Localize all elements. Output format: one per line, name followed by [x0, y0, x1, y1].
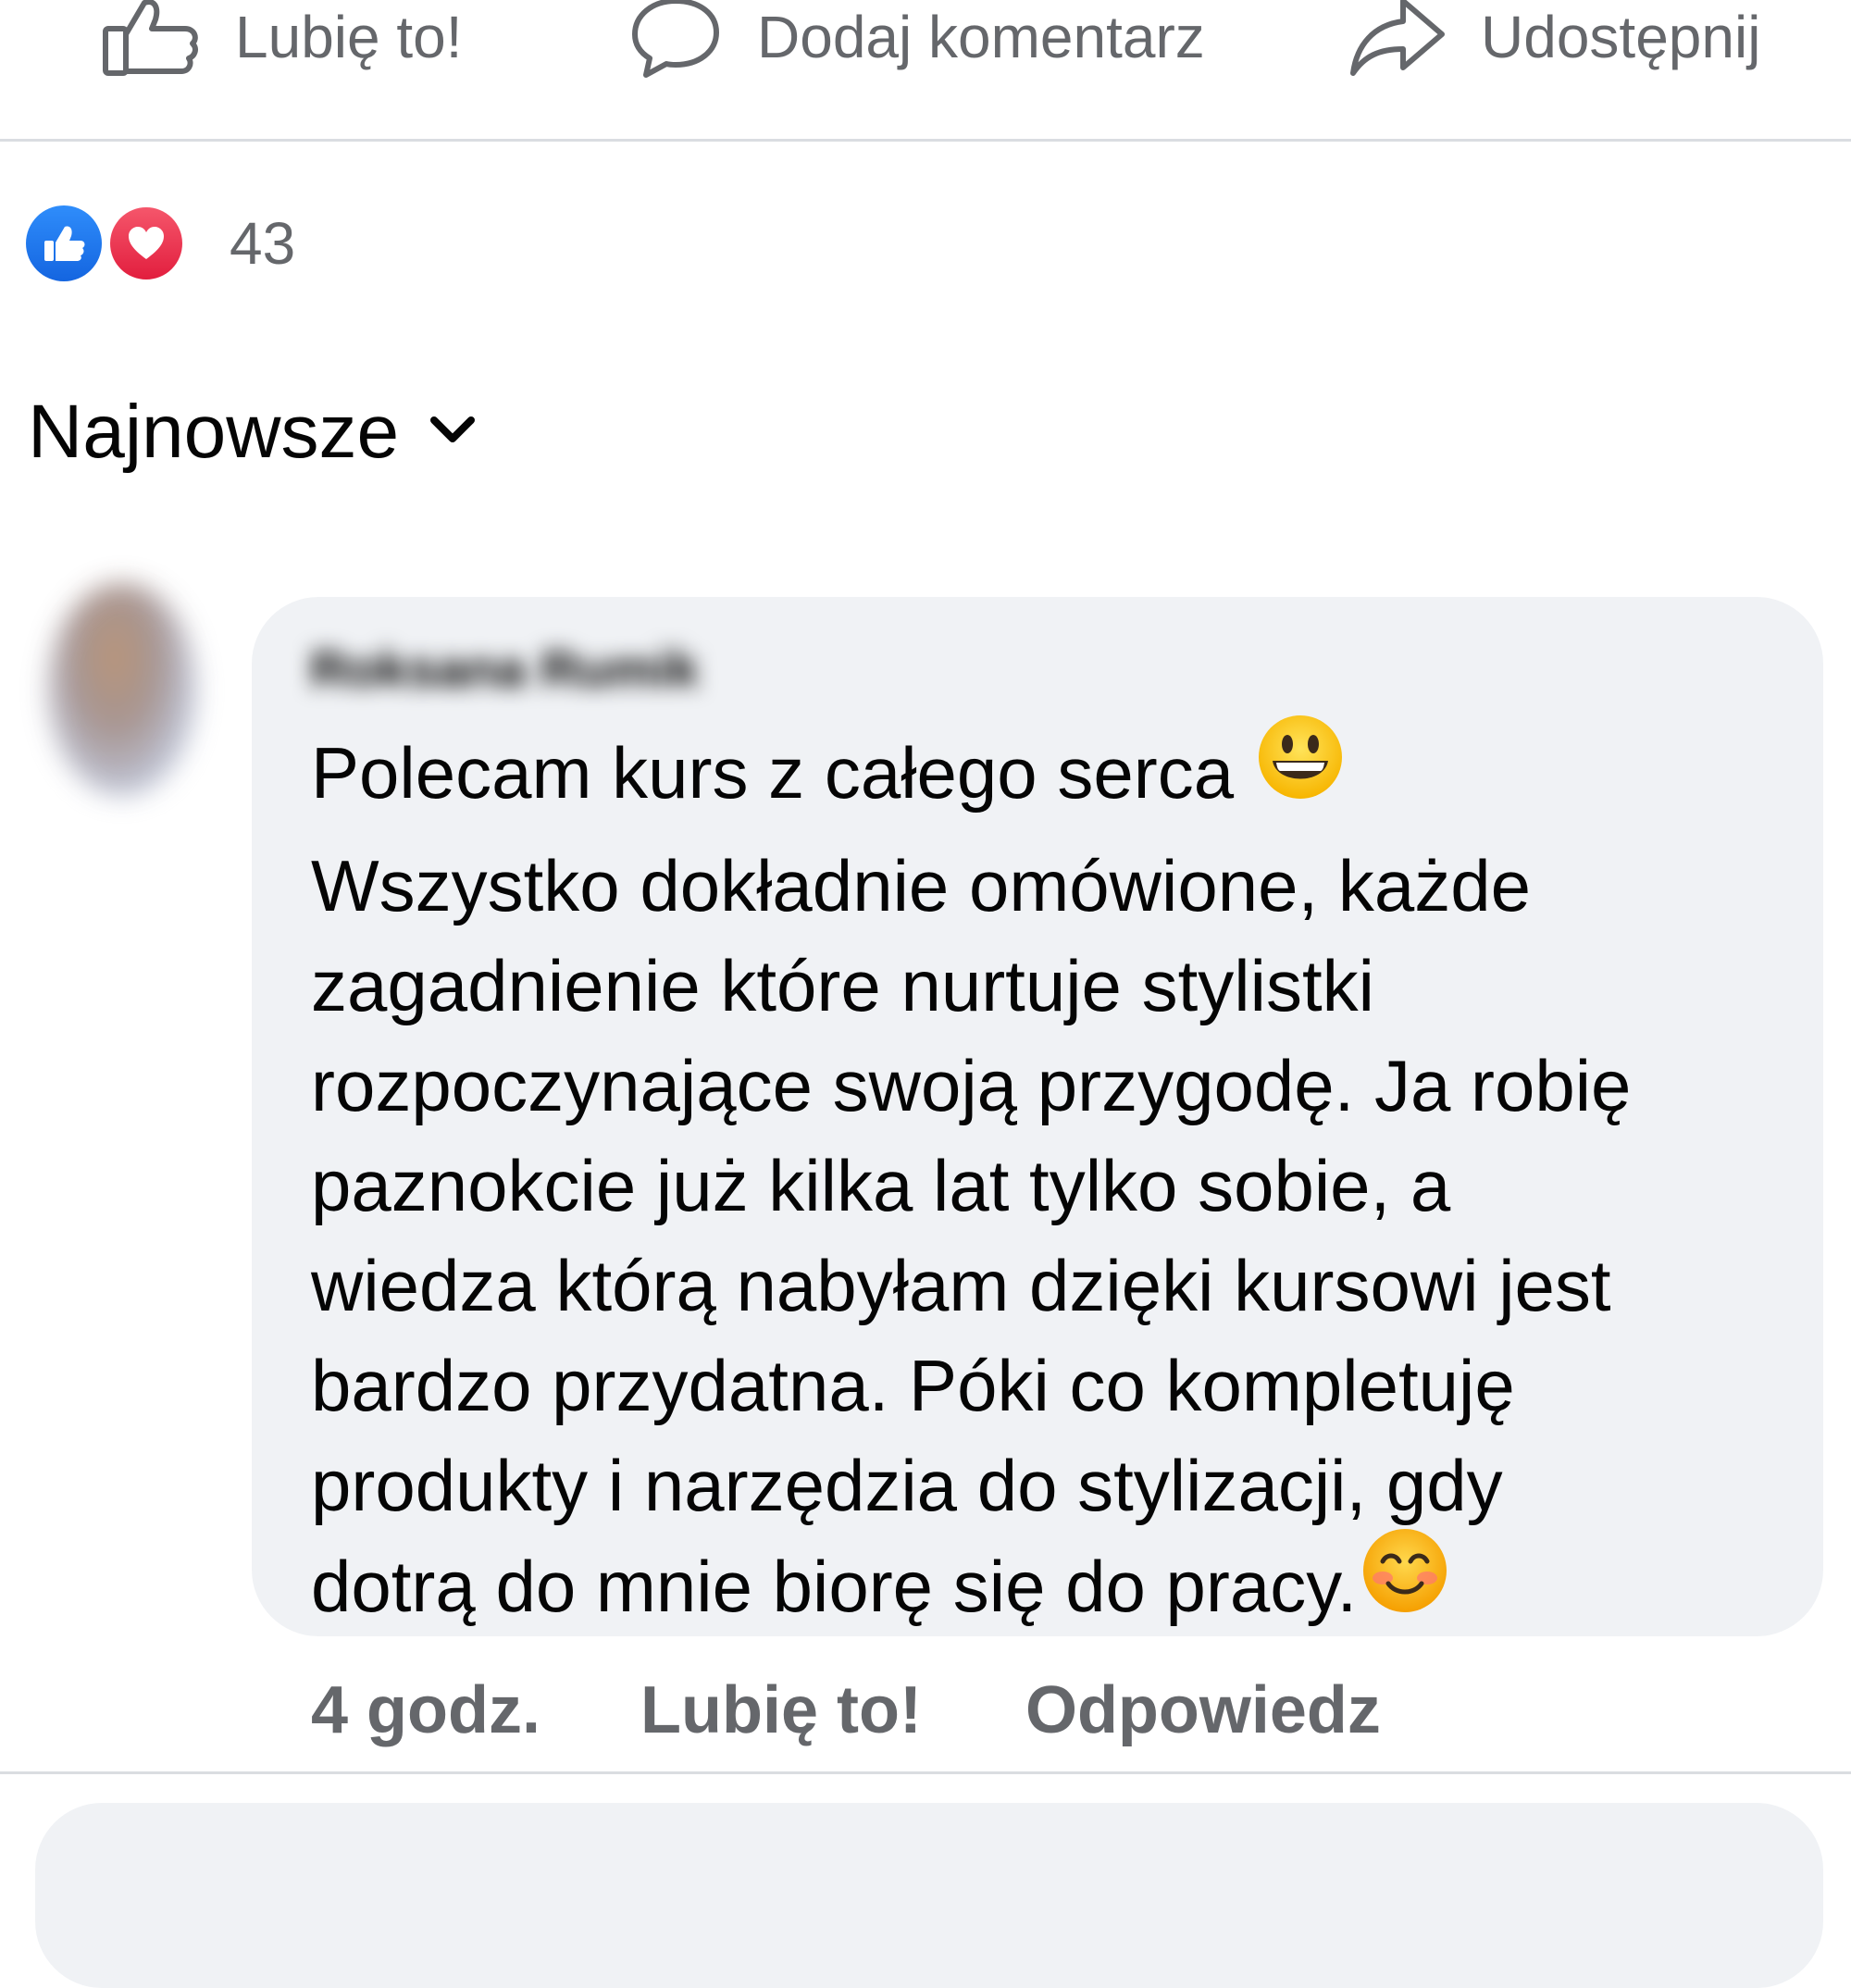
reaction-summary[interactable]: 43 [26, 202, 295, 285]
comment-line: zagadnienie które nurtuje stylistki [311, 945, 1374, 1026]
comment-like-link[interactable]: Lubię to! [640, 1672, 922, 1748]
comment-line: Polecam kurs z całego serca [311, 715, 1810, 836]
next-comment-bubble [35, 1803, 1823, 1988]
grinning-face-emoji-icon [1256, 713, 1345, 826]
share-button-label: Udostępnij [1481, 4, 1761, 70]
share-arrow-icon [1348, 0, 1446, 77]
like-reaction-icon [26, 205, 102, 281]
comment-timestamp[interactable]: 4 godz. [311, 1672, 540, 1748]
divider [0, 139, 1851, 142]
comment-button-label: Dodaj komentarz [757, 4, 1205, 70]
like-button-label: Lubię to! [235, 4, 463, 70]
comment-line: paznokcie już kilka lat tylko sobie, a [311, 1145, 1451, 1226]
comment-line: wiedza którą nabyłam dzięki kursowi jest [311, 1245, 1611, 1326]
comment-line: dotrą do mnie biorę się do pracy. [311, 1529, 1810, 1649]
comment-button[interactable]: Dodaj komentarz [629, 0, 1205, 78]
reaction-icons [26, 202, 187, 285]
comment-line: Wszystko dokładnie omówione, każde [311, 845, 1531, 926]
like-button[interactable]: Lubię to! [102, 0, 463, 77]
chevron-down-icon [399, 415, 477, 451]
post-action-bar: Lubię to! Dodaj komentarz Udostępnij [0, 0, 1851, 139]
reaction-count: 43 [230, 210, 296, 277]
comment-bubble-icon [629, 0, 722, 79]
comment-line: rozpoczynające swoją przygodę. Ja robię [311, 1045, 1632, 1126]
comment-sort-dropdown[interactable]: Najnowsze [28, 389, 477, 476]
comment-actions: 4 godz. Lubię to! Odpowiedz [311, 1673, 1381, 1747]
thumbs-up-icon [102, 0, 200, 77]
love-reaction-icon [106, 203, 187, 284]
share-button[interactable]: Udostępnij [1348, 0, 1761, 77]
comment-author-name[interactable]: Roksana Rumik [310, 639, 791, 694]
divider [0, 1771, 1851, 1774]
comment-line: bardzo przydatna. Póki co kompletuję [311, 1345, 1515, 1426]
avatar[interactable] [48, 583, 196, 796]
blushing-smile-emoji-icon [1360, 1526, 1449, 1640]
comment-reply-link[interactable]: Odpowiedz [1025, 1672, 1381, 1748]
comment-text: Polecam kurs z całego serca Wszystko dok… [311, 715, 1810, 1649]
sort-label: Najnowsze [28, 390, 400, 474]
comment-line: produkty i narzędzia do stylizacji, gdy [311, 1445, 1503, 1526]
